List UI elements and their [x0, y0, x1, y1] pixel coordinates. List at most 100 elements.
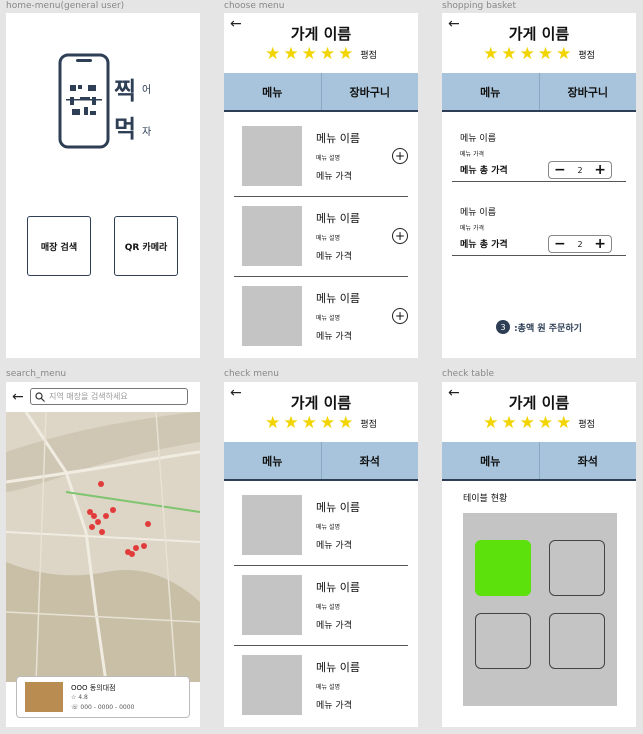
star-icon: ★	[483, 44, 499, 64]
table-seat[interactable]	[475, 540, 531, 596]
menu-image-placeholder	[242, 206, 302, 266]
tab-bar: 메뉴 좌석	[442, 442, 636, 481]
list-item[interactable]: 메뉴 이름 메뉴 설명 메뉴 가격 +	[224, 276, 418, 356]
star-icon: ★	[338, 44, 354, 64]
menu-price: 메뉴 가격	[316, 252, 352, 262]
store-phone: ☏ 000 - 0000 - 0000	[71, 704, 135, 711]
tab-basket[interactable]: 장바구니	[320, 73, 418, 110]
quantity-stepper: − 2 +	[548, 235, 612, 253]
star-icon: ★	[338, 413, 354, 433]
qr-camera-button[interactable]: QR 카메라	[114, 216, 178, 276]
tab-seat[interactable]: 좌석	[538, 442, 636, 479]
order-label: :총액 원 주문하기	[514, 323, 582, 334]
menu-price: 메뉴 가격	[460, 151, 484, 158]
divider	[452, 181, 626, 182]
menu-price: 메뉴 가격	[316, 701, 352, 711]
table-seat[interactable]	[549, 613, 605, 669]
table-layout	[463, 513, 617, 706]
menu-image-placeholder	[242, 286, 302, 346]
menu-price: 메뉴 가격	[316, 172, 352, 182]
frame-label-home: home-menu(general user)	[6, 1, 125, 11]
star-icon: ★	[265, 413, 281, 433]
store-name: OOO 동의대점	[71, 684, 116, 692]
app-logo: 찍 어 먹 자	[58, 53, 151, 149]
minus-icon[interactable]: −	[554, 163, 566, 177]
star-icon: ★	[556, 413, 572, 433]
star-icon: ★	[265, 44, 281, 64]
minus-icon[interactable]: −	[554, 237, 566, 251]
store-name: 가게 이름	[508, 394, 570, 412]
search-input[interactable]: 지역 매장을 검색하세요	[30, 388, 188, 405]
tab-menu[interactable]: 메뉴	[442, 73, 539, 110]
store-name: 가게 이름	[290, 25, 352, 43]
menu-name: 메뉴 이름	[316, 292, 360, 305]
frame-label-choose-menu: choose menu	[224, 1, 285, 11]
rating-label: 평점	[578, 51, 595, 61]
tab-menu[interactable]: 메뉴	[224, 73, 321, 110]
star-icon: ★	[519, 413, 535, 433]
frame-label-basket: shopping basket	[442, 1, 516, 11]
table-seat[interactable]	[549, 540, 605, 596]
menu-price: 메뉴 가격	[460, 225, 484, 232]
add-circle-icon[interactable]: +	[392, 228, 408, 244]
star-icon: ★	[483, 413, 499, 433]
home-frame: 찍 어 먹 자 매장 검색 QR 카메라	[6, 13, 200, 358]
star-icon: ★	[301, 413, 317, 433]
svg-text:어: 어	[142, 84, 151, 96]
add-circle-icon[interactable]: +	[392, 148, 408, 164]
store-search-button[interactable]: 매장 검색	[27, 216, 91, 276]
menu-total-price: 메뉴 총 가격	[460, 240, 508, 250]
store-thumbnail	[25, 682, 63, 712]
star-icon: ★	[556, 44, 572, 64]
menu-price: 메뉴 가격	[316, 332, 352, 342]
list-item[interactable]: 메뉴 이름 메뉴 설명 메뉴 가격	[224, 565, 418, 645]
plus-icon[interactable]: +	[594, 237, 606, 251]
svg-text:자: 자	[142, 126, 151, 138]
list-item[interactable]: 메뉴 이름 메뉴 설명 메뉴 가격 +	[224, 196, 418, 276]
basket-item: 메뉴 이름 메뉴 가격 메뉴 총 가격 − 2 +	[442, 197, 636, 272]
list-item[interactable]: 메뉴 이름 메뉴 설명 메뉴 가격 +	[224, 116, 418, 196]
star-icon: ★	[501, 44, 517, 64]
menu-description: 메뉴 설명	[316, 604, 340, 611]
menu-name: 메뉴 이름	[316, 132, 360, 145]
tab-basket[interactable]: 장바구니	[538, 73, 636, 110]
list-item[interactable]: 메뉴 이름 메뉴 설명 메뉴 가격	[224, 645, 418, 725]
menu-image-placeholder	[242, 495, 302, 555]
table-seat[interactable]	[475, 613, 531, 669]
quantity-value: 2	[577, 239, 583, 249]
rating-stars: ★ ★ ★ ★ ★ 평점	[224, 46, 418, 63]
tab-menu[interactable]: 메뉴	[224, 442, 321, 479]
order-button[interactable]: 3 :총액 원 주문하기	[442, 320, 636, 334]
add-circle-icon[interactable]: +	[392, 308, 408, 324]
rating-stars: ★ ★ ★ ★ ★ 평점	[442, 415, 636, 432]
tab-menu[interactable]: 메뉴	[442, 442, 539, 479]
tab-bar: 메뉴 장바구니	[224, 73, 418, 112]
star-icon: ★	[501, 413, 517, 433]
search-frame: ← 지역 매장을 검색하세요 OOO 동의대점 ☆ 4.8 ☏ 000 - 00…	[6, 382, 200, 727]
back-arrow-icon[interactable]: ←	[12, 390, 24, 404]
menu-price: 메뉴 가격	[316, 621, 352, 631]
rating-label: 평점	[360, 420, 377, 430]
menu-description: 메뉴 설명	[316, 524, 340, 531]
rating-label: 평점	[360, 51, 377, 61]
search-placeholder: 지역 매장을 검색하세요	[49, 392, 128, 401]
star-icon: ★	[537, 413, 554, 433]
menu-description: 메뉴 설명	[316, 155, 340, 162]
star-icon: ★	[283, 413, 299, 433]
basket-frame: ← 가게 이름 ★ ★ ★ ★ ★ 평점 메뉴 장바구니 메뉴 이름 메뉴 가격 메뉴 …	[442, 13, 636, 358]
list-item[interactable]: 메뉴 이름 메뉴 설명 메뉴 가격	[224, 485, 418, 565]
tab-bar: 메뉴 좌석	[224, 442, 418, 481]
star-icon: ★	[283, 44, 299, 64]
tab-bar: 메뉴 장바구니	[442, 73, 636, 112]
check-menu-frame: ← 가게 이름 ★ ★ ★ ★ ★ 평점 메뉴 좌석 메뉴 이름 메뉴 설명 메뉴 가격…	[224, 382, 418, 727]
store-result-card[interactable]: OOO 동의대점 ☆ 4.8 ☏ 000 - 0000 - 0000	[16, 676, 190, 718]
plus-icon[interactable]: +	[594, 163, 606, 177]
menu-name: 메뉴 이름	[460, 208, 496, 218]
star-icon: ★	[537, 44, 554, 64]
menu-image-placeholder	[242, 126, 302, 186]
quantity-value: 2	[577, 165, 583, 175]
map-view[interactable]	[6, 412, 200, 682]
rating-stars: ★ ★ ★ ★ ★ 평점	[442, 46, 636, 63]
tab-seat[interactable]: 좌석	[320, 442, 418, 479]
menu-total-price: 메뉴 총 가격	[460, 166, 508, 176]
